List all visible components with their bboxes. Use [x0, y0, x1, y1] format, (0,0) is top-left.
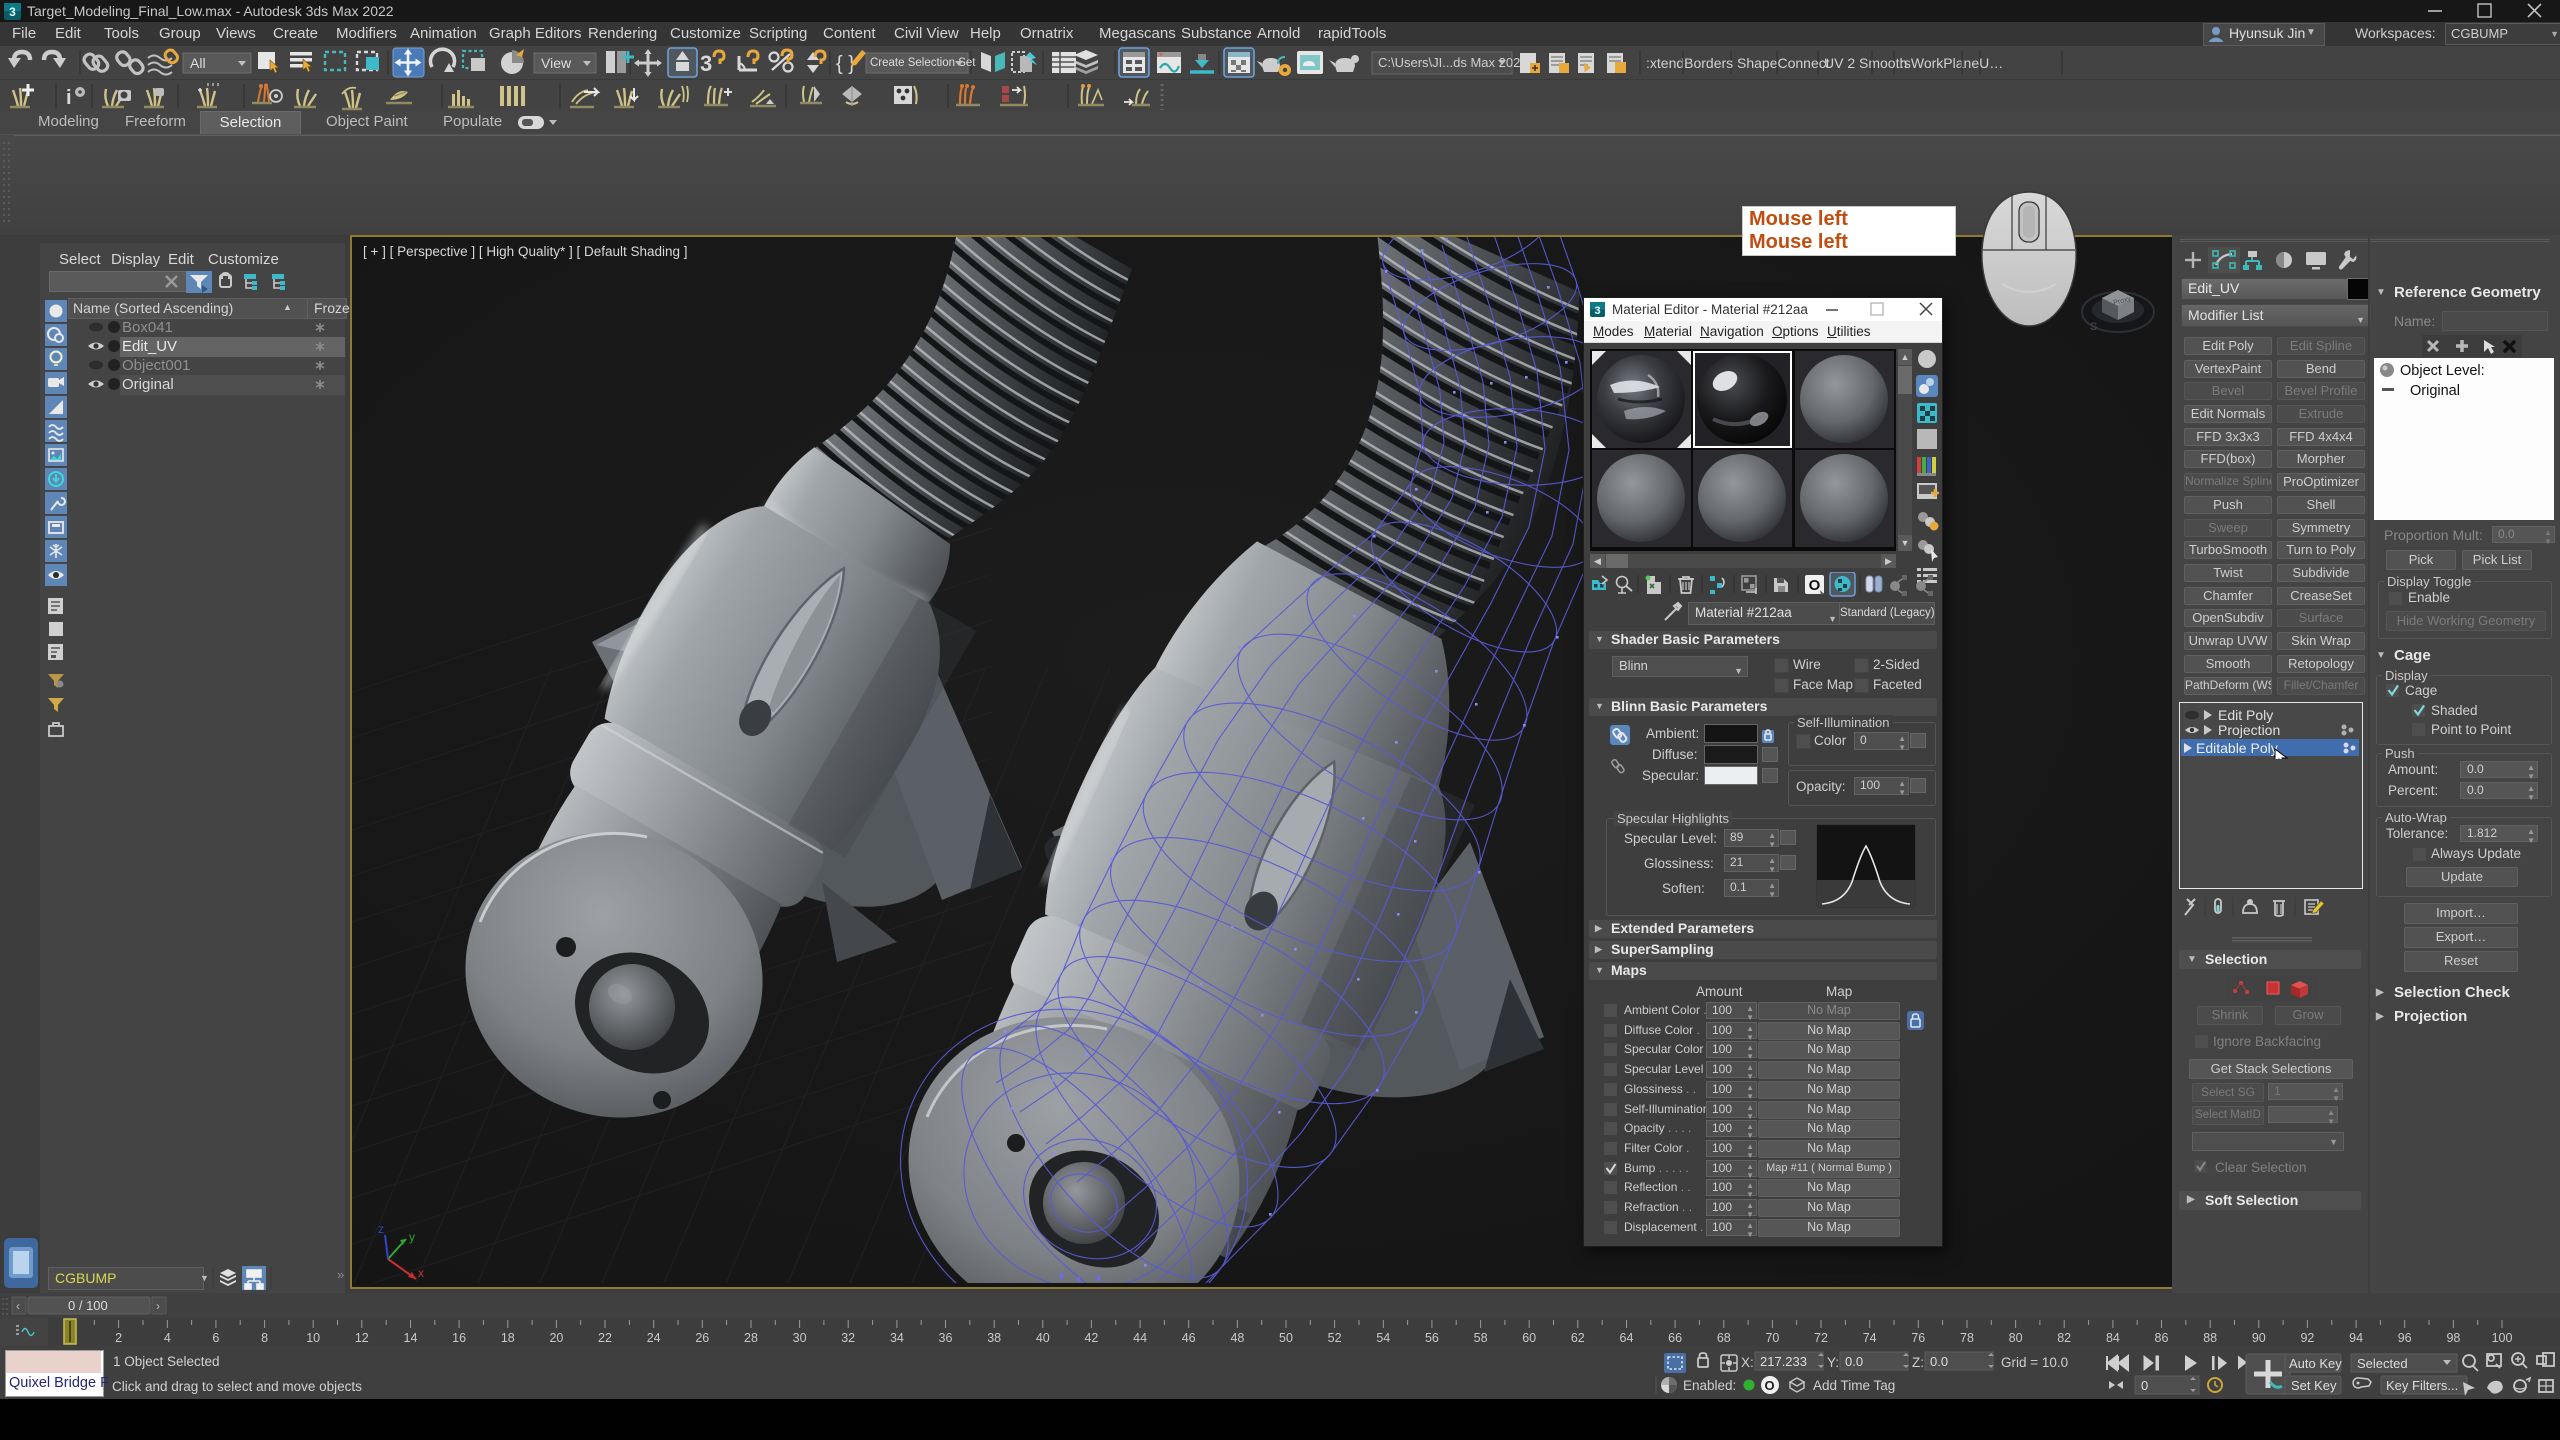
- svg-text:Grid = 10.0: Grid = 10.0: [2001, 1355, 2068, 1370]
- svg-text:UV 2 Smooth: UV 2 Smooth: [1824, 55, 1907, 71]
- svg-text:58: 58: [1474, 1331, 1488, 1345]
- svg-text:C:\Users\JI...ds Max 202…: C:\Users\JI...ds Max 202…: [1378, 55, 1533, 70]
- svg-text:92: 92: [2300, 1331, 2314, 1345]
- svg-text:78: 78: [1960, 1331, 1974, 1345]
- svg-text:84: 84: [2106, 1331, 2120, 1345]
- svg-text:16: 16: [452, 1331, 466, 1345]
- svg-text:90: 90: [2252, 1331, 2266, 1345]
- svg-text:Add Time Tag: Add Time Tag: [1813, 1378, 1895, 1393]
- svg-text:‹: ‹: [16, 1299, 20, 1313]
- svg-text:O: O: [1765, 1378, 1775, 1393]
- svg-text:217.233: 217.233: [1760, 1354, 1807, 1369]
- svg-text:38: 38: [987, 1331, 1001, 1345]
- svg-text:Key Filters...: Key Filters...: [2386, 1378, 2458, 1393]
- svg-text:30: 30: [793, 1331, 807, 1345]
- svg-text:z: z: [378, 1222, 384, 1236]
- svg-text:64: 64: [1620, 1331, 1634, 1345]
- svg-text:44: 44: [1133, 1331, 1147, 1345]
- svg-text:View: View: [541, 55, 572, 71]
- svg-text:Object Level:: Object Level:: [2400, 363, 2485, 379]
- svg-text:[ + ] [ Perspective ] [ High Q: [ + ] [ Perspective ] [ High Quality* ] …: [363, 244, 688, 259]
- svg-text:10: 10: [306, 1331, 320, 1345]
- svg-text:›: ›: [156, 1299, 160, 1313]
- svg-text:4: 4: [164, 1331, 171, 1345]
- svg-text:82: 82: [2057, 1331, 2071, 1345]
- svg-text:All: All: [190, 55, 206, 71]
- svg-text:Z:: Z:: [1912, 1355, 1924, 1370]
- svg-text:y: y: [409, 1230, 415, 1244]
- svg-text:50: 50: [1279, 1331, 1293, 1345]
- svg-text:0.0: 0.0: [1845, 1354, 1863, 1369]
- svg-text:48: 48: [1230, 1331, 1244, 1345]
- svg-text:3: 3: [700, 51, 712, 76]
- svg-text:Original: Original: [2410, 383, 2460, 399]
- svg-text:54: 54: [1376, 1331, 1390, 1345]
- svg-text:Enabled:: Enabled:: [1683, 1378, 1736, 1393]
- svg-text::sWorkPlaneU…: :sWorkPlaneU…: [1900, 55, 2003, 71]
- svg-text:6: 6: [212, 1331, 219, 1345]
- svg-text:Auto Key: Auto Key: [2289, 1356, 2342, 1371]
- svg-text:76: 76: [1911, 1331, 1925, 1345]
- svg-text:8: 8: [261, 1331, 268, 1345]
- svg-text:52: 52: [1328, 1331, 1342, 1345]
- svg-text:0.0: 0.0: [1930, 1354, 1948, 1369]
- svg-text:S: S: [2090, 321, 2097, 333]
- svg-text:86: 86: [2155, 1331, 2169, 1345]
- svg-text:42: 42: [1084, 1331, 1098, 1345]
- svg-text:26: 26: [695, 1331, 709, 1345]
- svg-text:X:: X:: [1741, 1355, 1754, 1370]
- svg-text:28: 28: [744, 1331, 758, 1345]
- svg-text:O: O: [1809, 577, 1821, 594]
- svg-text:Selected: Selected: [2357, 1356, 2408, 1371]
- svg-text:Editable Poly: Editable Poly: [2196, 740, 2278, 756]
- svg-text:80: 80: [2009, 1331, 2023, 1345]
- svg-text:40: 40: [1036, 1331, 1050, 1345]
- svg-text:0: 0: [2141, 1378, 2148, 1393]
- svg-text:22: 22: [598, 1331, 612, 1345]
- svg-text:2: 2: [115, 1331, 122, 1345]
- svg-text:18: 18: [501, 1331, 515, 1345]
- svg-text:46: 46: [1182, 1331, 1196, 1345]
- svg-text:ShapeConnect: ShapeConnect: [1737, 55, 1830, 71]
- svg-text:Edit Poly: Edit Poly: [2218, 707, 2273, 723]
- svg-text:62: 62: [1571, 1331, 1585, 1345]
- svg-text:60: 60: [1522, 1331, 1536, 1345]
- svg-text:Projection: Projection: [2218, 722, 2280, 738]
- svg-text:24: 24: [647, 1331, 661, 1345]
- svg-text:12: 12: [355, 1331, 369, 1345]
- svg-text:94: 94: [2349, 1331, 2363, 1345]
- svg-text::xtendBorders: :xtendBorders: [1646, 55, 1733, 71]
- svg-text:56: 56: [1425, 1331, 1439, 1345]
- svg-text:i: i: [66, 87, 72, 109]
- svg-text:0 / 100: 0 / 100: [68, 1298, 108, 1313]
- svg-text:14: 14: [404, 1331, 418, 1345]
- svg-text:Set Key: Set Key: [2291, 1378, 2337, 1393]
- svg-text:70: 70: [1765, 1331, 1779, 1345]
- svg-text:Y:: Y:: [1827, 1355, 1839, 1370]
- svg-text:88: 88: [2203, 1331, 2217, 1345]
- svg-text:3: 3: [9, 5, 16, 19]
- svg-text:100: 100: [2492, 1331, 2513, 1345]
- svg-text:96: 96: [2398, 1331, 2412, 1345]
- svg-text:x: x: [418, 1266, 424, 1280]
- svg-text:34: 34: [890, 1331, 904, 1345]
- svg-text:3: 3: [1594, 305, 1600, 317]
- svg-text:66: 66: [1668, 1331, 1682, 1345]
- svg-text:74: 74: [1863, 1331, 1877, 1345]
- svg-text:20: 20: [549, 1331, 563, 1345]
- svg-text:32: 32: [841, 1331, 855, 1345]
- svg-text:98: 98: [2446, 1331, 2460, 1345]
- svg-text:36: 36: [939, 1331, 953, 1345]
- svg-text:68: 68: [1717, 1331, 1731, 1345]
- svg-text:72: 72: [1814, 1331, 1828, 1345]
